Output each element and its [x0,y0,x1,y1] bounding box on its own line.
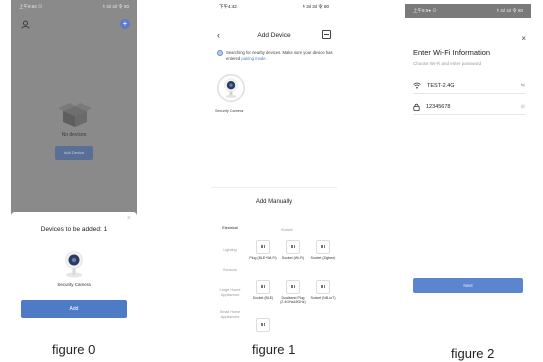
scan-icon[interactable] [322,30,331,39]
device-tile[interactable]: Socket (BLE) [249,280,277,300]
password-field[interactable]: 12345678 ⊙ [413,99,525,115]
device-tile-label: Socket (Wi-Fi) [281,256,305,260]
status-bar: 上午9:5● ⊙ ｷ 3ıl 3ıl 令 80 [405,4,531,18]
phone-screen-figure-2: 上午9:5● ⊙ ｷ 3ıl 3ıl 令 80 × Enter Wi-Fi In… [405,4,531,334]
switch-network-icon[interactable]: ⇋ [521,83,525,89]
device-tile-label: Socket (NB-IoT) [310,296,336,300]
status-indicators: ｷ 3ıl 3ıl 令 80 [302,4,329,9]
figure-caption: figure 0 [52,342,96,357]
socket-icon [316,280,330,294]
category-small-home-appliances[interactable]: Small Home Appliances [213,310,247,320]
sheet-title: Devices to be added: 1 [40,226,108,233]
device-tile[interactable]: Plug (BLE+Wi-Fi) [249,240,277,260]
device-tile-label: Socket (BLE) [252,296,274,300]
page-title: Add Device [257,32,291,39]
status-bar: 上午9:56 ⊙ ｷ 3ıl 3ıl 令 80 [11,0,137,14]
socket-icon [316,240,330,254]
socket-icon [256,318,270,332]
device-tile[interactable]: Socket (Zigbee) [309,240,337,260]
category-large-home-appliances[interactable]: Large Home Appliances [213,288,247,298]
device-tile[interactable]: Socket (NB-IoT) [309,280,337,300]
devices-to-add-sheet: × Devices to be added: 1 Security Camera… [11,212,137,332]
wifi-icon [413,82,421,89]
next-button[interactable]: Next [413,278,523,293]
page-title: Enter Wi-Fi Information [413,48,491,57]
user-icon[interactable] [21,20,30,29]
found-device-label: Security Camera [215,109,244,113]
socket-icon [256,280,270,294]
close-icon[interactable]: × [127,215,131,222]
subcategory-heading: Socket [281,228,293,232]
device-tile[interactable]: Dualband Plug (2.4GHz&5GHz) [279,280,307,304]
show-password-icon[interactable]: ⊙ [521,104,525,110]
found-camera-icon[interactable] [217,74,245,102]
divider [211,187,337,188]
figure-caption: figure 1 [252,342,296,357]
page-subtitle: Choose Wi-Fi and enter password [413,61,482,66]
device-tile[interactable]: Socket (Wi-Fi) [279,240,307,260]
pairing-mode-link[interactable]: pairing mode. [241,56,266,61]
lock-icon [413,103,420,111]
status-time: 下午4:42 [219,4,237,9]
empty-box-icon [58,103,92,127]
searching-icon [217,50,223,56]
device-tile-label: Plug (BLE+Wi-Fi) [249,256,277,260]
status-time: 上午9:56 ⊙ [19,4,43,9]
no-devices-text: No devices [61,132,87,138]
add-device-button[interactable]: Add Device [55,146,93,160]
status-indicators: ｷ 3ıl 3ıl 令 80 [102,4,129,9]
device-tile-label: Dualband Plug (2.4GHz&5GHz) [280,296,306,305]
phone-screen-figure-0: 上午9:56 ⊙ ｷ 3ıl 3ıl 令 80 + No devices Add… [11,0,137,332]
wifi-ssid-value: TEST-2.4G [427,82,455,89]
camera-icon [65,251,83,278]
password-value: 12345678 [426,103,451,110]
plug-icon [286,280,300,294]
searching-notice: Searching for nearby devices. Make sure … [217,50,335,62]
category-electrical[interactable]: Electrical [213,226,247,231]
add-icon[interactable]: + [120,19,130,29]
status-time: 上午9:5● ⊙ [413,8,437,13]
device-tile-label: Socket (Zigbee) [310,256,336,260]
device-name: Security Camera [57,282,91,287]
category-lighting[interactable]: Lighting [213,248,247,253]
socket-icon [286,240,300,254]
plug-icon [256,240,270,254]
phone-screen-figure-1: 下午4:42 ｷ 3ıl 3ıl 令 80 ‹ Add Device Searc… [211,0,337,332]
close-icon[interactable]: × [521,34,526,43]
add-button[interactable]: Add [21,300,127,318]
status-indicators: ｷ 3ıl 3ıl 令 80 [496,8,523,13]
wifi-ssid-field[interactable]: TEST-2.4G ⇋ [413,78,525,94]
status-bar: 下午4:42 ｷ 3ıl 3ıl 令 80 [211,0,337,14]
device-tile[interactable] [249,318,277,332]
figure-caption: figure 2 [451,346,495,361]
add-manually-title: Add Manually [255,199,293,205]
category-sensors[interactable]: Sensors [213,268,247,273]
